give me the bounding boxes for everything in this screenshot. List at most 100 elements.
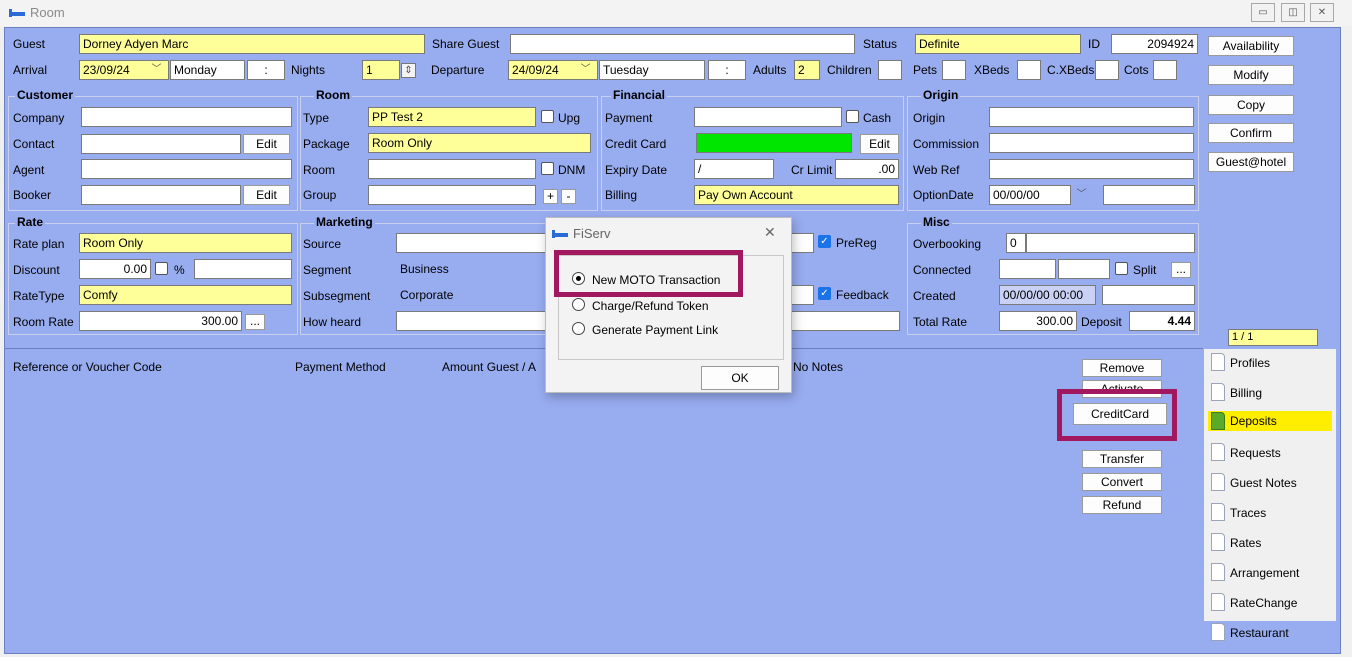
adults-field[interactable]: 2 <box>794 60 820 80</box>
group-field[interactable] <box>368 185 536 205</box>
charge-refund-radio[interactable] <box>572 298 585 311</box>
xbeds-field[interactable] <box>1017 60 1041 80</box>
contact-edit-button[interactable]: Edit <box>243 134 290 154</box>
room-title: Room <box>314 88 352 102</box>
arrival-time-field[interactable]: : <box>247 60 285 80</box>
discount-percent-checkbox[interactable] <box>155 262 168 275</box>
refund-button[interactable]: Refund <box>1082 496 1162 514</box>
nights-field[interactable]: 1 <box>362 60 400 80</box>
copy-button[interactable]: Copy <box>1208 95 1294 115</box>
guest-field[interactable]: Dorney Adyen Marc <box>79 34 425 54</box>
chevron-down-icon[interactable]: ﹀ <box>1074 188 1089 203</box>
children-label: Children <box>827 63 872 77</box>
commission-field[interactable] <box>989 133 1194 153</box>
package-field[interactable]: Room Only <box>368 133 591 153</box>
tab-deposits[interactable]: Deposits <box>1208 411 1332 431</box>
tab-restaurant[interactable]: Restaurant <box>1208 620 1332 641</box>
web-ref-field[interactable] <box>989 159 1194 179</box>
transfer-button[interactable]: Transfer <box>1082 450 1162 468</box>
cr-limit-field[interactable]: .00 <box>835 159 899 179</box>
overbooking-field[interactable]: 0 <box>1006 233 1026 253</box>
discount-field[interactable]: 0.00 <box>79 259 151 279</box>
origin-field[interactable] <box>989 107 1194 127</box>
nights-spinner-icon[interactable]: ⇕ <box>401 63 416 78</box>
tab-requests[interactable]: Requests <box>1208 440 1332 466</box>
departure-time-field[interactable]: : <box>708 60 746 80</box>
bed-icon <box>9 7 25 17</box>
booker-edit-button[interactable]: Edit <box>243 185 290 205</box>
tab-arrangement[interactable]: Arrangement <box>1208 560 1332 586</box>
split-checkbox[interactable] <box>1115 262 1128 275</box>
tab-traces[interactable]: Traces <box>1208 500 1332 526</box>
chevron-down-icon[interactable]: ﹀ <box>149 63 164 78</box>
tab-ratechange[interactable]: RateChange <box>1208 590 1332 616</box>
room-rate-more-button[interactable]: ... <box>245 314 265 330</box>
created-label: Created <box>913 289 956 303</box>
contact-field[interactable] <box>81 134 241 154</box>
created-field: 00/00/00 00:00 <box>999 285 1096 305</box>
children-field[interactable] <box>878 60 902 80</box>
rate-plan-field[interactable]: Room Only <box>79 233 292 253</box>
guest-hotel-button[interactable]: Guest@hotel <box>1208 152 1294 172</box>
status-field[interactable]: Definite <box>915 34 1081 54</box>
company-label: Company <box>13 111 65 125</box>
connected-more-button[interactable]: ... <box>1171 262 1191 278</box>
company-field[interactable] <box>81 107 292 127</box>
split-label: Split <box>1133 263 1157 277</box>
overbooking-extra-field[interactable] <box>1026 233 1195 253</box>
ok-button[interactable]: OK <box>701 366 779 390</box>
booker-field[interactable] <box>81 185 241 205</box>
remove-button[interactable]: Remove <box>1082 359 1162 377</box>
moto-highlight <box>554 250 743 297</box>
tab-profiles[interactable]: Profiles <box>1208 350 1332 376</box>
partial-field[interactable] <box>790 285 814 305</box>
upg-checkbox[interactable] <box>541 110 554 123</box>
cots-field[interactable] <box>1153 60 1177 80</box>
billing-field[interactable]: Pay Own Account <box>694 185 899 205</box>
tab-guest-notes[interactable]: Guest Notes <box>1208 470 1332 496</box>
tab-billing[interactable]: Billing <box>1208 380 1332 406</box>
total-rate-label: Total Rate <box>913 315 968 329</box>
tab-rates[interactable]: Rates <box>1208 530 1332 556</box>
dialog-title: FiServ <box>573 226 611 241</box>
close-button[interactable]: ✕ <box>1310 3 1334 22</box>
chevron-down-icon[interactable]: ﹀ <box>578 63 593 78</box>
column-header: No Notes <box>793 360 844 374</box>
share-guest-field[interactable] <box>510 34 855 54</box>
close-icon[interactable]: ✕ <box>764 224 776 241</box>
connected-field-2[interactable] <box>1058 259 1110 279</box>
group-remove-button[interactable]: - <box>561 189 576 204</box>
room-type-field[interactable]: PP Test 2 <box>368 107 536 127</box>
payment-field[interactable] <box>694 107 842 127</box>
maximize-button[interactable]: ◫ <box>1281 3 1305 22</box>
discount-label: Discount <box>13 263 60 277</box>
payment-link-radio[interactable] <box>572 322 585 335</box>
rate-plan-label: Rate plan <box>13 237 65 251</box>
modify-button[interactable]: Modify <box>1208 65 1294 85</box>
partial-field[interactable] <box>790 311 900 331</box>
room-number-field[interactable] <box>368 159 536 179</box>
group-add-button[interactable]: + <box>543 189 558 204</box>
partial-field[interactable] <box>790 233 814 253</box>
agent-field[interactable] <box>81 159 292 179</box>
credit-card-field[interactable] <box>696 133 852 153</box>
rate-type-field[interactable]: Comfy <box>79 285 292 305</box>
room-rate-field[interactable]: 300.00 <box>79 311 242 331</box>
expiry-field[interactable]: / <box>694 159 774 179</box>
convert-button[interactable]: Convert <box>1082 473 1162 491</box>
dnm-checkbox[interactable] <box>541 162 554 175</box>
cxbeds-field[interactable] <box>1095 60 1119 80</box>
pets-field[interactable] <box>942 60 966 80</box>
discount-extra-field[interactable] <box>194 259 292 279</box>
feedback-checkbox[interactable]: ✓ <box>818 287 831 300</box>
option-date-field[interactable]: 00/00/00 <box>989 185 1071 205</box>
availability-button[interactable]: Availability <box>1208 36 1294 56</box>
prereg-checkbox[interactable]: ✓ <box>818 235 831 248</box>
credit-card-edit-button[interactable]: Edit <box>860 134 899 154</box>
minimize-button[interactable]: ▭ <box>1251 3 1275 22</box>
option-extra-field[interactable] <box>1103 185 1195 205</box>
created-extra-field[interactable] <box>1102 285 1195 305</box>
cash-checkbox[interactable] <box>846 110 859 123</box>
connected-field-1[interactable] <box>999 259 1056 279</box>
confirm-button[interactable]: Confirm <box>1208 123 1294 143</box>
